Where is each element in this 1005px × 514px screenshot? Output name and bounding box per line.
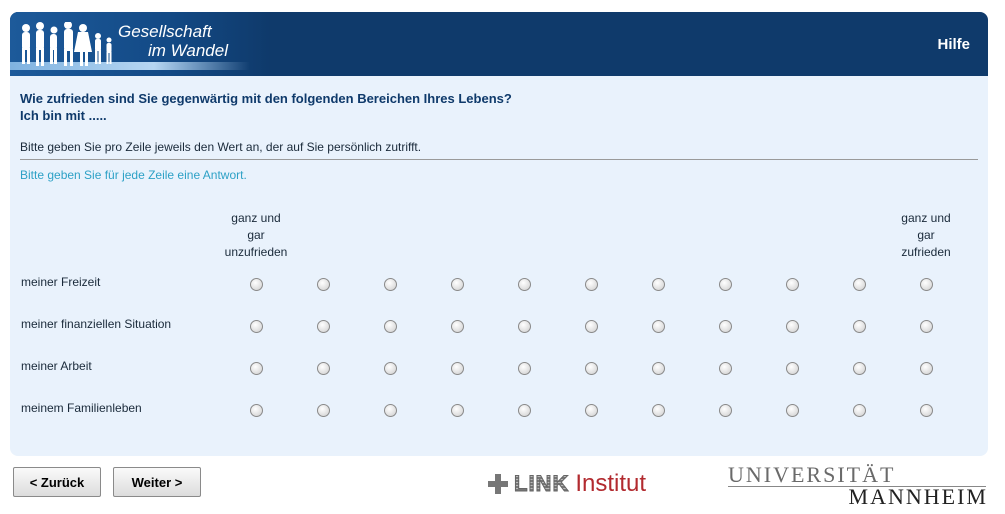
link-logo-word: LINK [513,471,570,497]
rating-radio[interactable] [585,320,598,333]
back-button[interactable]: < Zurück [13,467,101,497]
rating-radio[interactable] [317,278,330,291]
scale-right-label-line: gar [917,228,935,242]
rating-radio[interactable] [451,362,464,375]
rating-radio[interactable] [384,362,397,375]
link-plus-icon [488,474,508,494]
row-label: meiner Arbeit [21,359,92,373]
uni-mannheim-logo: UNIVERSITÄT MANNHEIM [728,462,988,509]
row-label: meinem Familienleben [21,401,142,415]
rating-radio[interactable] [920,320,933,333]
rating-radio[interactable] [853,362,866,375]
scale-left-label-line: unzufrieden [224,245,288,259]
rating-radio[interactable] [786,278,799,291]
rating-radio[interactable] [853,404,866,417]
logo-title-line2: im Wandel [148,41,228,60]
rating-radio[interactable] [518,278,531,291]
next-button[interactable]: Weiter > [113,467,201,497]
rating-radio[interactable] [451,320,464,333]
rating-radio[interactable] [585,362,598,375]
rating-radio[interactable] [652,362,665,375]
help-link[interactable]: Hilfe [937,36,970,53]
rating-radio[interactable] [652,320,665,333]
rating-radio[interactable] [518,320,531,333]
rating-radio[interactable] [518,362,531,375]
row-label: meiner Freizeit [21,275,101,289]
row-label: meiner finanziellen Situation [21,317,172,331]
rating-radio[interactable] [250,278,263,291]
rating-radio[interactable] [719,320,732,333]
rating-radio[interactable] [652,278,665,291]
rating-radio[interactable] [719,362,732,375]
scale-left-label: ganz und gar unzufrieden [216,210,296,261]
link-logo-institut: Institut [575,470,647,497]
question-panel: Wie zufrieden sind Sie gegenwärtig mit d… [10,76,988,456]
rating-radio[interactable] [317,320,330,333]
rating-radio[interactable] [853,320,866,333]
rating-radio[interactable] [384,320,397,333]
link-institut-logo: LINK Institut [488,470,646,498]
rating-radio[interactable] [250,362,263,375]
rating-radio[interactable] [719,278,732,291]
scale-left-label-line: ganz und [231,211,281,225]
uni-logo-line2: MANNHEIM [848,484,988,509]
survey-header: Gesellschaft im Wandel Hilfe [10,12,988,76]
rating-radio[interactable] [786,404,799,417]
rating-radio[interactable] [719,404,732,417]
rating-radio[interactable] [585,404,598,417]
question-title: Wie zufrieden sind Sie gegenwärtig mit d… [20,90,512,124]
rating-radio[interactable] [652,404,665,417]
rating-radio[interactable] [250,404,263,417]
question-title-line2: Ich bin mit ..... [20,108,107,123]
rating-radio[interactable] [384,278,397,291]
rating-radio[interactable] [920,404,933,417]
question-title-line1: Wie zufrieden sind Sie gegenwärtig mit d… [20,91,512,106]
rating-radio[interactable] [317,362,330,375]
scale-right-label-line: ganz und [901,211,951,225]
question-instruction: Bitte geben Sie pro Zeile jeweils den We… [20,140,422,154]
rating-radio[interactable] [317,404,330,417]
rating-radio[interactable] [451,404,464,417]
logo-title: Gesellschaft im Wandel [118,22,228,60]
rating-radio[interactable] [920,278,933,291]
rating-radio[interactable] [786,320,799,333]
scale-right-label: ganz und gar zufrieden [886,210,966,261]
rating-radio[interactable] [786,362,799,375]
rating-radio[interactable] [585,278,598,291]
rating-radio[interactable] [853,278,866,291]
rating-radio[interactable] [518,404,531,417]
rating-radio[interactable] [384,404,397,417]
rating-radio[interactable] [250,320,263,333]
validation-warning: Bitte geben Sie für jede Zeile eine Antw… [20,168,247,182]
divider [20,159,978,160]
logo-title-line1: Gesellschaft [118,22,212,41]
scale-left-label-line: gar [247,228,265,242]
scale-right-label-line: zufrieden [901,245,951,259]
rating-radio[interactable] [920,362,933,375]
rating-radio[interactable] [451,278,464,291]
people-silhouettes-icon [22,22,112,66]
